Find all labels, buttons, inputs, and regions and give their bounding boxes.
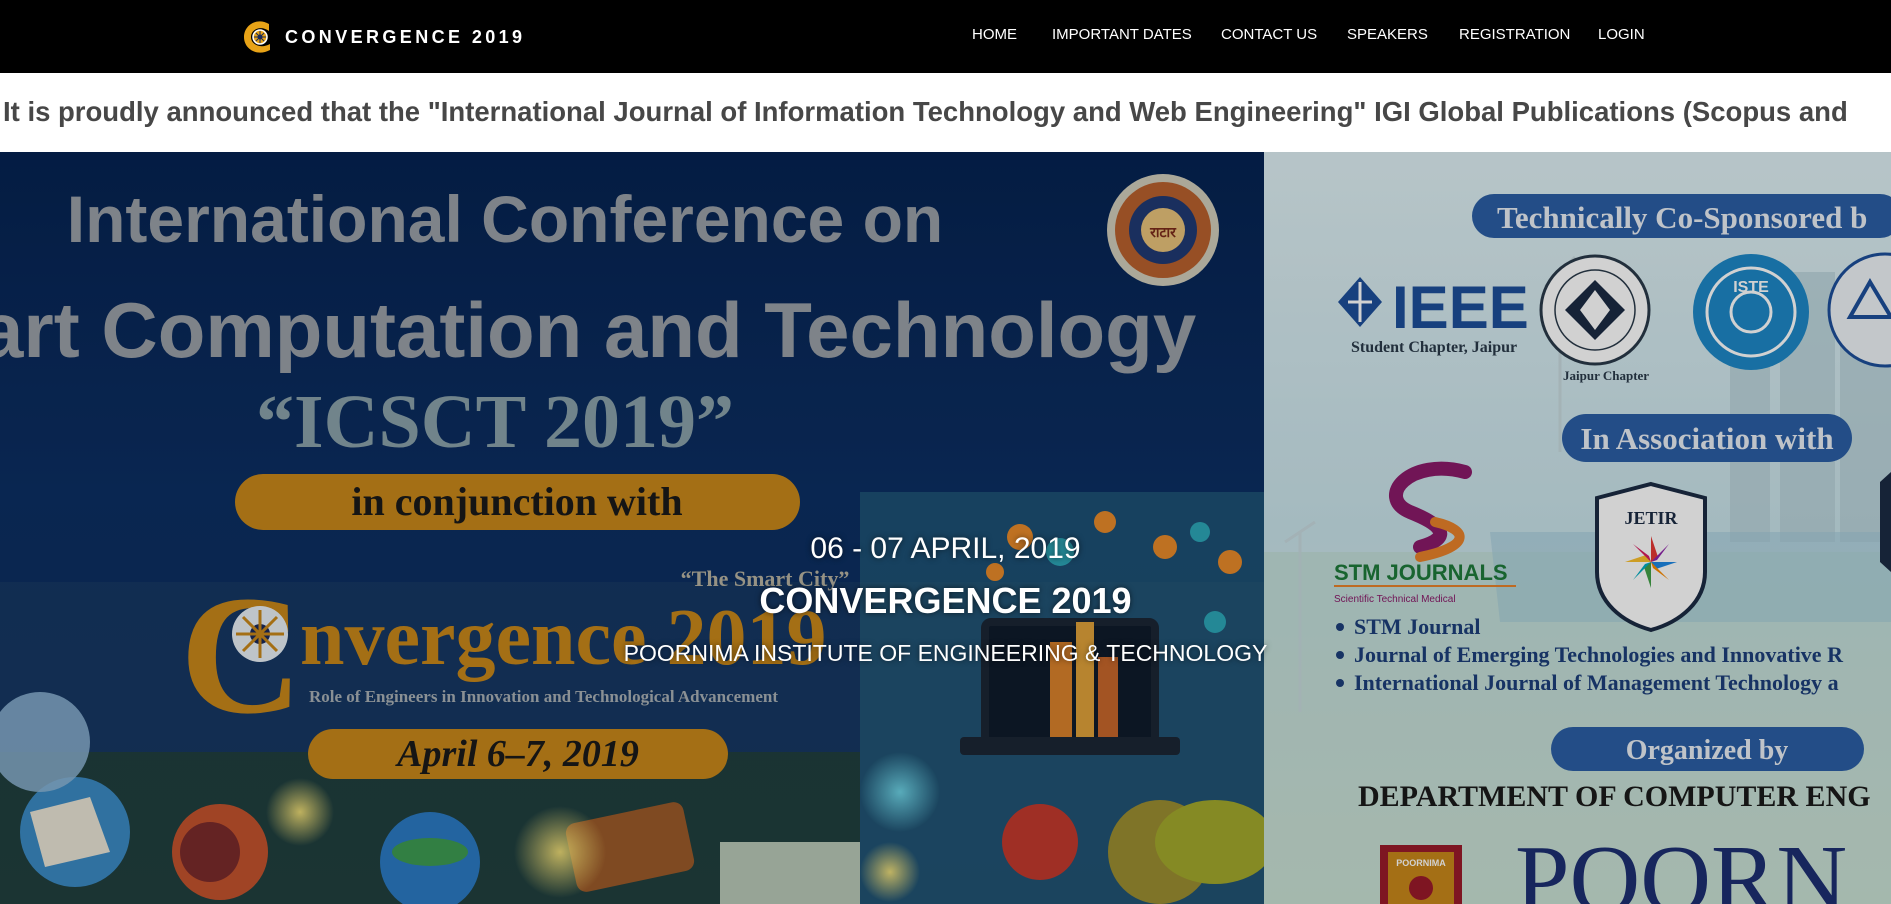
hero-dark-overlay xyxy=(0,152,1891,904)
hero-date-text: 06 - 07 APRIL, 2019 xyxy=(810,532,1081,565)
convergence-logo-icon xyxy=(244,21,270,53)
nav-home-link[interactable]: HOME xyxy=(972,26,1017,43)
hero-title-text: CONVERGENCE 2019 xyxy=(759,580,1132,621)
nav-registration-link[interactable]: REGISTRATION xyxy=(1459,26,1570,43)
nav-login-link[interactable]: LOGIN xyxy=(1598,26,1645,43)
brand-name: CONVERGENCE 2019 xyxy=(285,26,526,47)
announcement-ticker: It is proudly announced that the "Intern… xyxy=(0,73,1891,152)
hero-subtitle-text: POORNIMA INSTITUTE OF ENGINEERING & TECH… xyxy=(623,640,1268,666)
hero-subtitle: POORNIMA INSTITUTE OF ENGINEERING & TECH… xyxy=(0,640,1891,667)
hero-banner: International Conference on art Computat… xyxy=(0,152,1891,904)
hero-title: CONVERGENCE 2019 xyxy=(0,580,1891,622)
brand[interactable]: CONVERGENCE 2019 xyxy=(243,18,525,56)
top-navbar: CONVERGENCE 2019 HOME IMPORTANT DATES CO… xyxy=(0,0,1891,73)
nav-contact-us-link[interactable]: CONTACT US xyxy=(1221,26,1317,43)
nav-important-dates-link[interactable]: IMPORTANT DATES xyxy=(1052,26,1192,43)
hero-date: 06 - 07 APRIL, 2019 xyxy=(0,532,1891,566)
announcement-text[interactable]: It is proudly announced that the "Intern… xyxy=(3,96,1848,128)
nav-speakers-link[interactable]: SPEAKERS xyxy=(1347,26,1428,43)
